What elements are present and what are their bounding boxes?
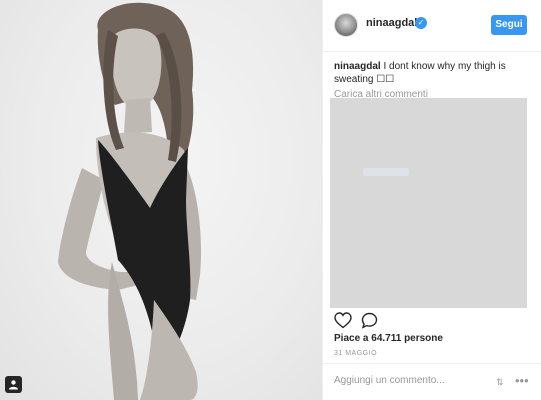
- likes-count[interactable]: Piace a 64.711 persone: [334, 333, 443, 344]
- caption-username[interactable]: ninaagdal: [334, 61, 381, 72]
- follow-button[interactable]: Segui: [491, 15, 527, 35]
- post-header: ninaagdal ✓ Segui: [323, 0, 541, 52]
- post-caption: ninaagdal I dont know why my thigh is sw…: [334, 60, 534, 86]
- placeholder-bar: [363, 168, 409, 176]
- more-options-icon[interactable]: •••: [515, 373, 529, 388]
- comment-bar: Aggiungi un commento... ⇅ •••: [323, 363, 541, 400]
- post-date: 31 MAGGIO: [334, 350, 378, 357]
- verified-badge-icon: ✓: [415, 17, 427, 29]
- heart-icon[interactable]: [334, 312, 352, 329]
- username-link[interactable]: ninaagdal: [366, 17, 417, 29]
- comment-input[interactable]: Aggiungi un commento...: [334, 375, 484, 386]
- avatar[interactable]: [334, 13, 358, 37]
- loading-overlay: [330, 98, 527, 308]
- person-tag-icon[interactable]: [5, 376, 22, 393]
- post-photo[interactable]: [0, 0, 322, 400]
- post-side-panel: ninaagdal ✓ Segui ninaagdal I dont know …: [322, 0, 541, 400]
- comment-icon[interactable]: [361, 312, 378, 329]
- scroll-arrows-icon[interactable]: ⇅: [496, 377, 504, 388]
- model-figure: [58, 2, 202, 400]
